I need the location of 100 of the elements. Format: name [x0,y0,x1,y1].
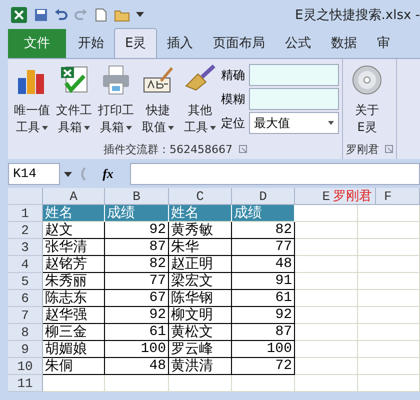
empty-cell [295,358,358,375]
table-cell: 朱华 [169,239,232,256]
table-cell: 82 [232,222,295,239]
undo-icon[interactable] [54,8,68,22]
header-cell: 姓名 [43,205,105,222]
ribbon-tab[interactable]: 数据 [321,29,368,58]
dropdown-icon [328,121,334,125]
table-cell: 赵华强 [43,307,105,324]
table-cell: 赵文 [43,222,105,239]
ribbon-tab[interactable]: 审 [367,29,400,58]
table-cell: 100 [232,341,295,358]
field-label: 定位 [221,114,246,132]
table-cell: 61 [232,290,295,307]
empty-cell [358,239,420,256]
table-cell: 92 [232,307,295,324]
empty-cell [105,375,169,392]
empty-cell [295,222,358,239]
ribbon-tab[interactable]: 开始 [68,29,114,58]
input-field[interactable] [249,88,339,110]
insert-function-button[interactable]: fx [90,166,126,182]
column-header[interactable]: F [376,188,420,205]
table-cell: 87 [232,324,295,341]
ribbon-tool-button[interactable]: 其他 工具 [179,62,221,139]
field-label: 模糊 [221,90,246,108]
table-cell: 黄秀敏 [169,222,232,239]
ribbon-tab[interactable]: 插入 [157,29,204,58]
dialog-launcher-icon[interactable] [385,145,393,153]
row-header[interactable]: 11 [8,375,43,392]
row-header[interactable]: 8 [8,324,43,341]
ribbon-tab[interactable]: E灵 [114,28,158,58]
table-cell: 100 [105,341,169,358]
row-header[interactable]: 9 [8,341,43,358]
table-cell: 黄松文 [169,324,232,341]
table-cell: 48 [232,256,295,273]
table-cell: 柳三金 [43,324,105,341]
table-cell: 陈华钢 [169,290,232,307]
excel-icon[interactable] [10,6,28,24]
ribbon-tab[interactable]: 公式 [275,29,322,58]
ribbon-tool-button[interactable]: 关于 E灵 [346,62,388,139]
save-icon[interactable] [34,8,48,22]
column-header[interactable]: E [295,188,332,205]
table-cell: 92 [105,307,169,324]
table-cell: 张华清 [43,239,105,256]
ribbon-tool-button[interactable]: 快捷 取值 [137,62,179,139]
empty-cell [295,324,358,341]
input-field[interactable] [249,64,339,86]
ribbon-tool-button[interactable]: 打印工 具箱 [95,62,137,139]
table-cell: 柳文明 [169,307,232,324]
empty-cell [358,273,420,290]
table-cell: 梁宏文 [169,273,232,290]
row-header[interactable]: 1 [8,205,43,222]
row-header[interactable]: 2 [8,222,43,239]
group-label: 插件交流群：562458667 [104,142,232,156]
empty-cell [358,324,420,341]
row-header[interactable]: 7 [8,307,43,324]
printer-icon [100,64,132,96]
folder-icon[interactable] [114,8,130,22]
spreadsheet-check-icon [58,64,90,96]
table-cell: 77 [105,273,169,290]
ribbon-tool-button[interactable]: 唯一值 工具 [11,62,53,139]
row-header[interactable]: 10 [8,358,43,375]
empty-cell [295,341,358,358]
empty-cell [358,290,420,307]
row-header[interactable]: 5 [8,273,43,290]
row-header[interactable]: 3 [8,239,43,256]
dialog-launcher-icon[interactable] [238,145,246,153]
header-cell: 成绩 [105,205,169,222]
window-title: E灵之快捷搜索.xlsx - [295,7,420,24]
ribbon-tool-button[interactable]: 文件工 具箱 [53,62,95,139]
empty-cell [232,375,295,392]
ribbon-tab[interactable]: 文件 [8,29,66,58]
table-cell: 91 [232,273,295,290]
empty-cell [295,375,358,392]
table-cell: 朱侗 [43,358,105,375]
empty-cell [358,358,420,375]
ribbon-tab[interactable]: 页面布局 [203,29,276,58]
field-label: 精确 [221,66,246,84]
author-note: 罗刚君 [332,188,376,205]
empty-cell [358,307,420,324]
select-all-corner[interactable] [8,188,43,205]
dropdown-field[interactable]: 最大值 [249,112,339,134]
dropdown-icon[interactable] [64,172,72,176]
table-cell: 72 [232,358,295,375]
group-label: 罗刚君 [346,142,379,156]
table-cell: 61 [105,324,169,341]
empty-cell [358,222,420,239]
empty-cell [295,273,358,290]
new-file-icon[interactable] [94,8,108,22]
row-header[interactable]: 4 [8,256,43,273]
table-cell: 赵铭芳 [43,256,105,273]
row-header[interactable]: 6 [8,290,43,307]
empty-cell [358,341,420,358]
name-box[interactable]: K14 [8,163,60,185]
formula-input[interactable] [130,163,420,185]
dropdown-icon[interactable] [136,12,144,18]
empty-cell [295,307,358,324]
redo-icon[interactable] [74,8,88,22]
table-cell: 罗云峰 [169,341,232,358]
table-cell: 92 [105,222,169,239]
table-cell: 67 [105,290,169,307]
